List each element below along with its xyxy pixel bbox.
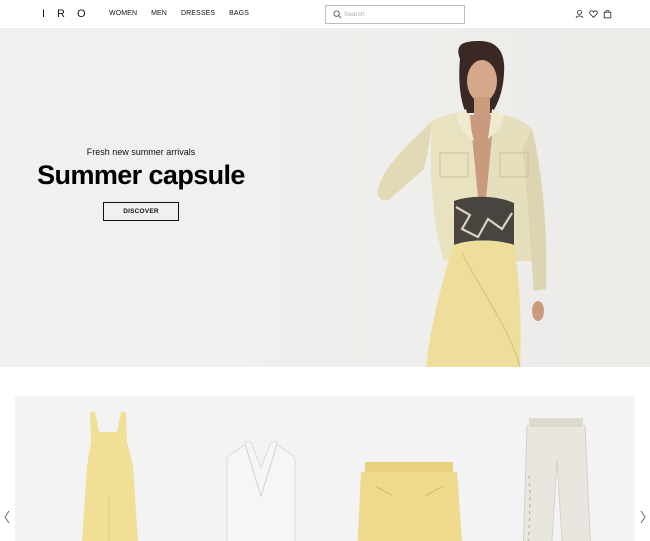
product-image-dress	[82, 412, 138, 541]
chevron-left-icon[interactable]	[2, 508, 12, 526]
search-input[interactable]	[344, 8, 459, 21]
product-card[interactable]	[335, 396, 485, 541]
chevron-right-icon[interactable]	[638, 508, 648, 526]
product-image-vest	[226, 441, 296, 541]
hero-subtitle: Fresh new summer arrivals	[86, 147, 196, 157]
brand-logo[interactable]: IRO	[42, 8, 98, 20]
product-card[interactable]	[35, 396, 185, 541]
bag-icon[interactable]	[603, 9, 612, 19]
product-card[interactable]	[485, 396, 635, 541]
nav-item-women[interactable]: WOMEN	[109, 10, 137, 17]
product-card[interactable]	[185, 396, 335, 541]
product-image-jeans	[522, 418, 591, 541]
search-icon[interactable]	[333, 10, 342, 19]
header-icons	[575, 9, 612, 19]
search-box	[325, 5, 465, 24]
hero-banner[interactable]: Fresh new summer arrivals Summer capsule…	[0, 29, 650, 367]
heart-icon[interactable]	[589, 9, 598, 19]
hero-model-image	[377, 41, 547, 367]
main-nav: WOMEN MEN DRESSES BAGS	[109, 10, 263, 17]
account-icon[interactable]	[575, 9, 584, 19]
hero-title: Summer capsule	[37, 160, 245, 190]
nav-item-bags[interactable]: BAGS	[229, 10, 249, 17]
discover-button[interactable]: DISCOVER	[103, 202, 179, 221]
nav-item-men[interactable]: MEN	[151, 10, 167, 17]
nav-item-dresses[interactable]: DRESSES	[181, 10, 215, 17]
product-image-shorts	[357, 462, 462, 541]
product-carousel	[15, 396, 635, 541]
site-header: IRO WOMEN MEN DRESSES BAGS	[0, 0, 650, 29]
